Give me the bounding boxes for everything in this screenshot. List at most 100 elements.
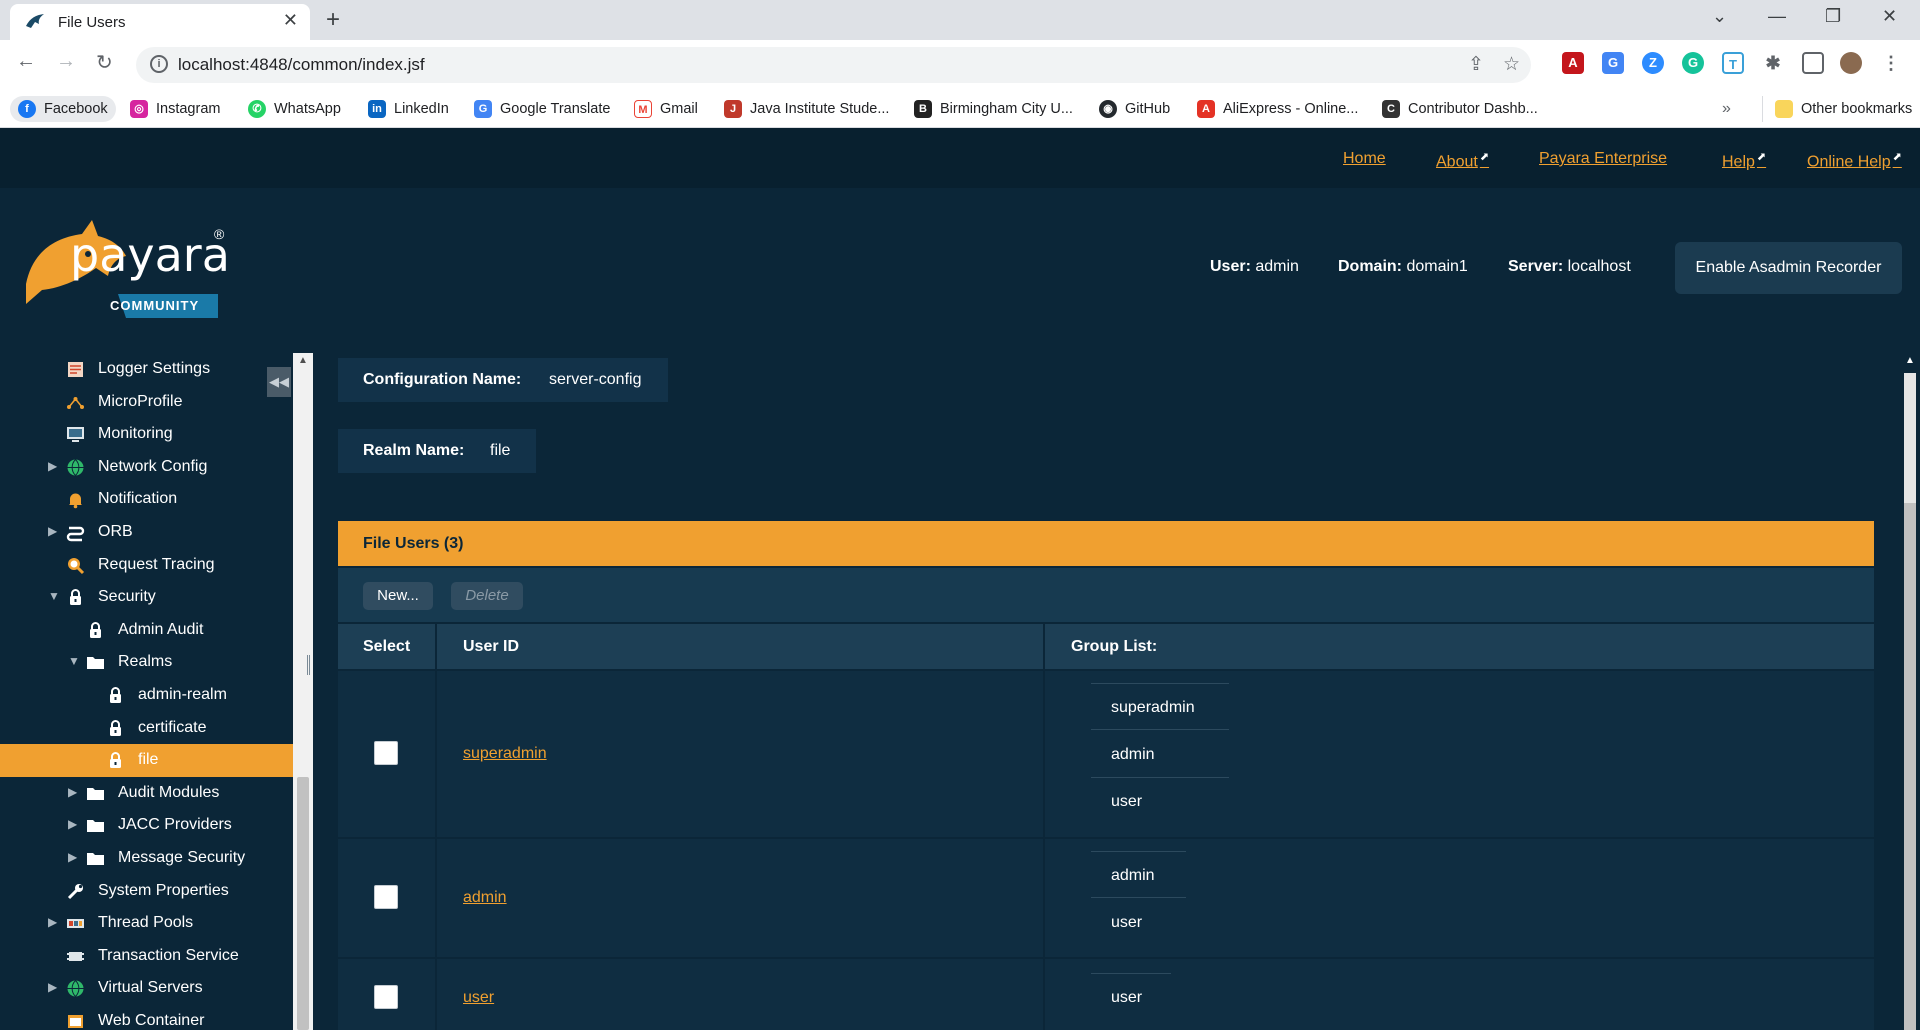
tree-item-system-properties[interactable]: System Properties (0, 875, 293, 908)
expand-arrow-icon[interactable]: ▶ (68, 785, 77, 799)
expand-arrow-icon[interactable]: ▶ (68, 850, 77, 864)
group-item: user (1111, 914, 1143, 931)
tab-close-icon[interactable]: ✕ (283, 10, 298, 31)
row-select-checkbox[interactable] (374, 885, 398, 909)
web-container-icon (66, 1012, 85, 1030)
row-select-checkbox[interactable] (374, 741, 398, 765)
tree-item-transaction-service[interactable]: Transaction Service (0, 940, 293, 973)
tree-item-jacc-providers[interactable]: ▶ JACC Providers (0, 809, 293, 842)
expand-arrow-icon[interactable]: ▶ (48, 524, 57, 538)
home-link[interactable]: Home (1343, 150, 1386, 168)
tree-item-realms[interactable]: ▼ Realms (0, 646, 293, 679)
expand-arrow-icon[interactable]: ▶ (48, 459, 57, 473)
back-icon[interactable]: ← (16, 50, 36, 73)
bookmark-linkedin[interactable]: in LinkedIn (368, 96, 449, 122)
tree-item-label: Audit Modules (118, 783, 220, 801)
other-bookmarks[interactable]: Other bookmarks (1762, 96, 1912, 122)
server-value: localhost (1567, 258, 1631, 275)
tree-item-audit-modules[interactable]: ▶ Audit Modules (0, 777, 293, 810)
enable-asadmin-recorder-button[interactable]: Enable Asadmin Recorder (1675, 242, 1902, 294)
tree-item-logger-settings[interactable]: Logger Settings (0, 353, 293, 386)
profile-avatar[interactable] (1840, 52, 1862, 74)
bookmark-aliexpress[interactable]: A AliExpress - Online... (1197, 96, 1358, 122)
tree-item-admin-audit[interactable]: Admin Audit (0, 614, 293, 647)
tree-item-thread-pools[interactable]: ▶ Thread Pools (0, 907, 293, 940)
new-tab-icon[interactable]: + (326, 6, 340, 34)
side-panel-icon[interactable] (1802, 52, 1824, 74)
tree-item-message-security[interactable]: ▶ Message Security (0, 842, 293, 875)
tree-item-notification[interactable]: Notification (0, 483, 293, 516)
bookmark-star-icon[interactable]: ☆ (1503, 53, 1520, 76)
bookmark-facebook[interactable]: f Facebook (10, 96, 116, 122)
grammarly-extension-icon[interactable]: G (1682, 52, 1704, 74)
address-bar[interactable]: i localhost:4848/common/index.jsf ⇪ ☆ (136, 47, 1531, 83)
user-id-link[interactable]: admin (463, 889, 507, 907)
tree-item-file[interactable]: file (0, 744, 293, 778)
tree-item-request-tracing[interactable]: Request Tracing (0, 549, 293, 582)
help-link[interactable]: Help ⬈ (1722, 150, 1766, 171)
about-link[interactable]: About ⬈ (1436, 150, 1489, 171)
bookmark-birmingham[interactable]: B Birmingham City U... (914, 96, 1073, 122)
user-id-link[interactable]: superadmin (463, 745, 547, 763)
contributor-icon: C (1382, 100, 1400, 118)
user-id-column-header[interactable]: User ID (463, 638, 519, 656)
tree-item-monitoring[interactable]: Monitoring (0, 418, 293, 451)
collapse-arrow-icon[interactable]: ▼ (68, 654, 80, 668)
scroll-up-icon[interactable]: ▲ (298, 355, 308, 366)
group-list-column-header[interactable]: Group List: (1071, 638, 1157, 656)
content-scroll-thumb[interactable] (1904, 503, 1916, 1030)
browser-menu-icon[interactable]: ⋮ (1880, 52, 1902, 74)
select-column-header[interactable]: Select (363, 638, 410, 656)
browser-tab[interactable]: File Users ✕ (10, 4, 310, 40)
share-icon[interactable]: ⇪ (1468, 53, 1484, 76)
tree-item-virtual-servers[interactable]: ▶ Virtual Servers (0, 972, 293, 1005)
tree-item-certificate[interactable]: certificate (0, 712, 293, 745)
payara-logo: payara ® COMMUNITY (22, 214, 232, 324)
tree-item-orb[interactable]: ▶ ORB (0, 516, 293, 549)
collapse-sidebar-icon[interactable]: ◀◀ (267, 367, 291, 397)
acrobat-extension-icon[interactable]: A (1562, 52, 1584, 74)
collapse-arrow-icon[interactable]: ▼ (48, 589, 60, 603)
window-close-icon[interactable]: ✕ (1882, 6, 1897, 27)
online-help-link[interactable]: Online Help ⬈ (1807, 150, 1902, 171)
text-extension-icon[interactable]: T (1722, 52, 1744, 74)
new-user-button[interactable]: New... (363, 582, 433, 610)
minimize-icon[interactable]: — (1768, 6, 1786, 27)
bookmarks-overflow-icon[interactable]: » (1722, 96, 1731, 122)
bookmark-google-translate[interactable]: G Google Translate (474, 96, 610, 122)
content-scrollbar[interactable]: ▲ (1900, 353, 1920, 1030)
tree-item-microprofile[interactable]: MicroProfile (0, 386, 293, 419)
tree-item-admin-realm[interactable]: admin-realm (0, 679, 293, 712)
payara-enterprise-link[interactable]: Payara Enterprise (1539, 150, 1667, 168)
sidebar-scrollbar[interactable]: ▲ (293, 353, 313, 1030)
tab-search-icon[interactable]: ⌄ (1712, 6, 1727, 27)
bookmark-instagram[interactable]: ◎ Instagram (130, 96, 220, 122)
tree-item-web-container[interactable]: Web Container (0, 1005, 293, 1030)
site-info-icon[interactable]: i (150, 55, 168, 73)
user-id-link[interactable]: user (463, 989, 494, 1007)
forward-icon[interactable]: → (56, 50, 76, 73)
translate-extension-icon[interactable]: G (1602, 52, 1624, 74)
bookmark-whatsapp[interactable]: ✆ WhatsApp (248, 96, 341, 122)
globe-icon (66, 458, 85, 477)
expand-arrow-icon[interactable]: ▶ (48, 915, 57, 929)
tree-item-network-config[interactable]: ▶ Network Config (0, 451, 293, 484)
bookmark-github[interactable]: ◉ GitHub (1099, 96, 1170, 122)
bookmark-contributor[interactable]: C Contributor Dashb... (1382, 96, 1538, 122)
bookmark-gmail[interactable]: M Gmail (634, 96, 698, 122)
zoom-extension-icon[interactable]: Z (1642, 52, 1664, 74)
external-link-icon: ⬈ (1479, 151, 1490, 163)
tree-item-label: JACC Providers (118, 816, 232, 834)
panel-splitter[interactable] (307, 655, 310, 675)
scroll-up-icon[interactable]: ▲ (1905, 355, 1915, 366)
delete-user-button[interactable]: Delete (451, 582, 523, 610)
row-select-checkbox[interactable] (374, 985, 398, 1009)
tree-item-security[interactable]: ▼ Security (0, 581, 293, 614)
bookmark-java-institute[interactable]: J Java Institute Stude... (724, 96, 889, 122)
extensions-puzzle-icon[interactable]: ✱ (1762, 52, 1784, 74)
expand-arrow-icon[interactable]: ▶ (48, 980, 57, 994)
sidebar-scroll-thumb[interactable] (297, 777, 309, 1030)
reload-icon[interactable]: ↻ (96, 50, 113, 75)
expand-arrow-icon[interactable]: ▶ (68, 817, 77, 831)
restore-icon[interactable]: ❐ (1825, 6, 1841, 27)
